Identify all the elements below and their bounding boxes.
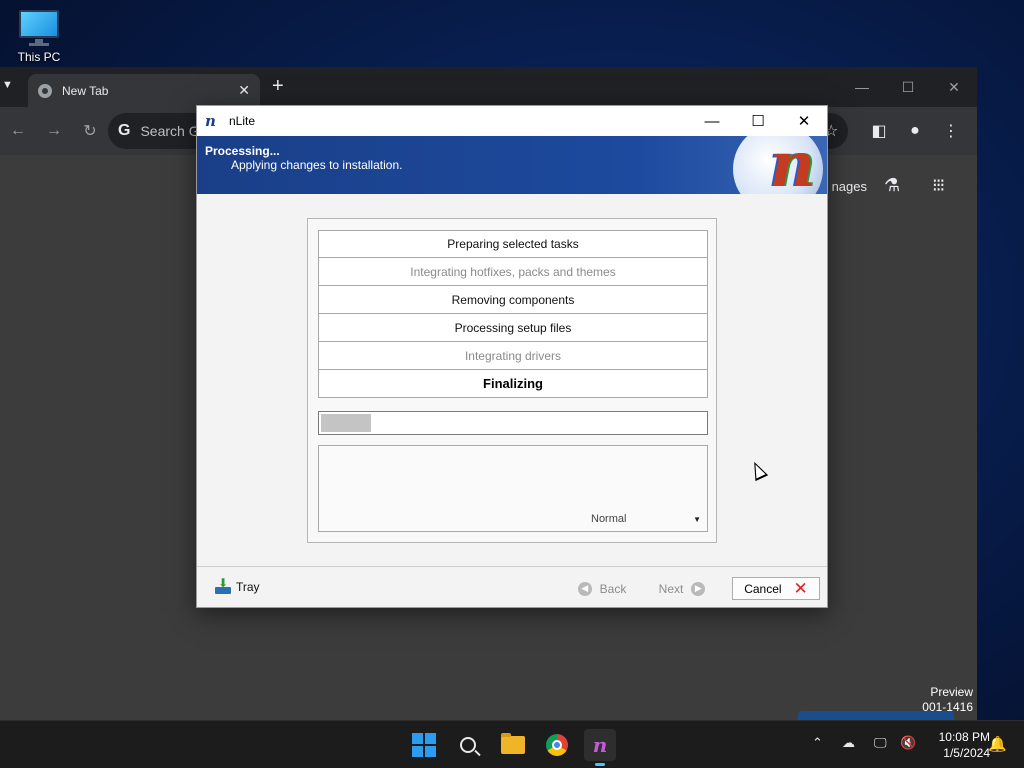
tray-button[interactable]: Tray xyxy=(215,576,260,594)
chrome-icon xyxy=(546,734,568,756)
log-area: Normal ▼ xyxy=(318,445,708,532)
progress-bar xyxy=(318,411,708,435)
chrome-favicon-icon xyxy=(38,83,52,98)
new-tab-button[interactable]: + xyxy=(272,75,284,98)
address-bar-text: Search G xyxy=(140,123,200,139)
nlite-dialog: n nLite — ☐ ✕ Processing... Applying cha… xyxy=(196,105,828,608)
minimize-icon[interactable]: — xyxy=(689,106,735,136)
profile-icon[interactable]: ● xyxy=(897,113,933,149)
back-label: Back xyxy=(599,581,627,596)
next-arrow-icon: ▶ xyxy=(691,581,706,596)
clock-time: 10:08 PM xyxy=(938,730,990,744)
banner-heading: Processing... xyxy=(205,144,280,158)
priority-value: Normal xyxy=(591,513,627,525)
back-button[interactable]: ◀ Back xyxy=(563,577,641,600)
search-button[interactable] xyxy=(452,729,484,761)
task-step: Processing setup files xyxy=(318,314,708,342)
toolbar-actions: ◧ ● ⋮ xyxy=(861,113,969,149)
tab-new-tab[interactable]: New Tab ✕ xyxy=(28,74,260,107)
close-icon[interactable]: ✕ xyxy=(931,67,977,107)
banner-subtitle: Applying changes to installation. xyxy=(231,158,403,172)
chevron-up-icon[interactable]: ⌃ xyxy=(812,735,823,751)
desktop-icon-this-pc[interactable]: This PC xyxy=(8,8,70,64)
cancel-x-icon: ✕ xyxy=(793,578,808,598)
dialog-content: Preparing selected tasks Integrating hotf… xyxy=(197,194,827,566)
google-icon: G xyxy=(118,122,131,139)
task-step: Preparing selected tasks xyxy=(318,230,708,258)
chrome-button[interactable] xyxy=(541,729,573,761)
tray-download-icon xyxy=(215,576,231,594)
start-button[interactable] xyxy=(408,729,440,761)
back-arrow-icon: ◀ xyxy=(577,581,592,596)
clock-date: 1/5/2024 xyxy=(943,746,990,760)
network-icon[interactable]: 🖵 xyxy=(874,735,887,751)
menu-kebab-icon[interactable]: ⋮ xyxy=(933,113,969,149)
active-indicator xyxy=(595,763,605,766)
progress-fill xyxy=(321,414,371,432)
monitor-icon xyxy=(17,8,61,46)
dialog-banner: Processing... Applying changes to instal… xyxy=(197,136,827,194)
volume-muted-icon[interactable]: 🔇 xyxy=(900,735,916,751)
taskbar: n ⌃ ☁ 🖵 🔇 10:08 PM 1/5/2024 🔔 xyxy=(0,720,1024,768)
tab-strip: ▼ New Tab ✕ + — ☐ ✕ xyxy=(0,67,977,107)
system-clock[interactable]: 10:08 PM 1/5/2024 xyxy=(924,729,990,761)
processing-panel: Preparing selected tasks Integrating hotf… xyxy=(307,218,717,543)
dialog-footer: Tray ◀ Back Next ▶ Cancel ✕ xyxy=(197,566,827,607)
nlite-logo-icon: n xyxy=(731,136,827,194)
file-explorer-button[interactable] xyxy=(497,729,529,761)
notification-bell-icon[interactable]: 🔔 xyxy=(988,735,1007,753)
dialog-title: nLite xyxy=(229,114,256,128)
task-step: Finalizing xyxy=(318,370,708,398)
search-icon xyxy=(460,737,476,753)
nlite-icon: n xyxy=(592,733,608,757)
close-tab-icon[interactable]: ✕ xyxy=(238,82,250,99)
priority-dropdown[interactable]: Normal ▼ xyxy=(587,511,705,527)
next-label: Next xyxy=(658,581,684,596)
close-icon[interactable]: ✕ xyxy=(781,106,827,136)
dialog-window-controls: — ☐ ✕ xyxy=(689,106,827,136)
task-step: Integrating drivers xyxy=(318,342,708,370)
folder-icon xyxy=(501,733,525,754)
next-button[interactable]: Next ▶ xyxy=(643,577,721,600)
browser-window-controls: — ☐ ✕ xyxy=(839,67,977,107)
chevron-down-icon: ▼ xyxy=(693,514,701,524)
watermark-line1: Preview xyxy=(930,685,973,699)
maximize-icon[interactable]: ☐ xyxy=(735,106,781,136)
tab-title: New Tab xyxy=(62,83,109,98)
page-blue-strip xyxy=(798,711,954,720)
reload-icon[interactable]: ↻ xyxy=(72,113,108,149)
windows-logo-icon xyxy=(412,733,436,757)
images-link[interactable]: nages xyxy=(832,179,867,194)
labs-flask-icon[interactable]: ⚗ xyxy=(884,175,900,196)
task-step: Removing components xyxy=(318,286,708,314)
back-arrow-icon[interactable]: ← xyxy=(0,113,36,149)
task-list: Preparing selected tasks Integrating hotf… xyxy=(318,230,708,398)
onedrive-icon[interactable]: ☁ xyxy=(842,735,855,751)
task-step: Integrating hotfixes, packs and themes xyxy=(318,258,708,286)
nlite-app-icon: n xyxy=(205,112,216,130)
nlite-taskbar-button[interactable]: n xyxy=(584,729,616,766)
tray-label: Tray xyxy=(236,579,260,594)
side-panel-icon[interactable]: ◧ xyxy=(861,113,897,149)
cancel-button[interactable]: Cancel ✕ xyxy=(732,577,820,600)
minimize-icon[interactable]: — xyxy=(839,67,885,107)
desktop-icon-label: This PC xyxy=(17,50,61,64)
maximize-icon[interactable]: ☐ xyxy=(885,67,931,107)
forward-arrow-icon[interactable]: → xyxy=(36,113,72,149)
apps-grid-icon[interactable]: ⁝⁝⁝ xyxy=(932,175,945,196)
tab-search-icon[interactable]: ▼ xyxy=(2,79,13,91)
dialog-titlebar[interactable]: n nLite — ☐ ✕ xyxy=(197,106,827,136)
cancel-label: Cancel xyxy=(744,581,782,596)
